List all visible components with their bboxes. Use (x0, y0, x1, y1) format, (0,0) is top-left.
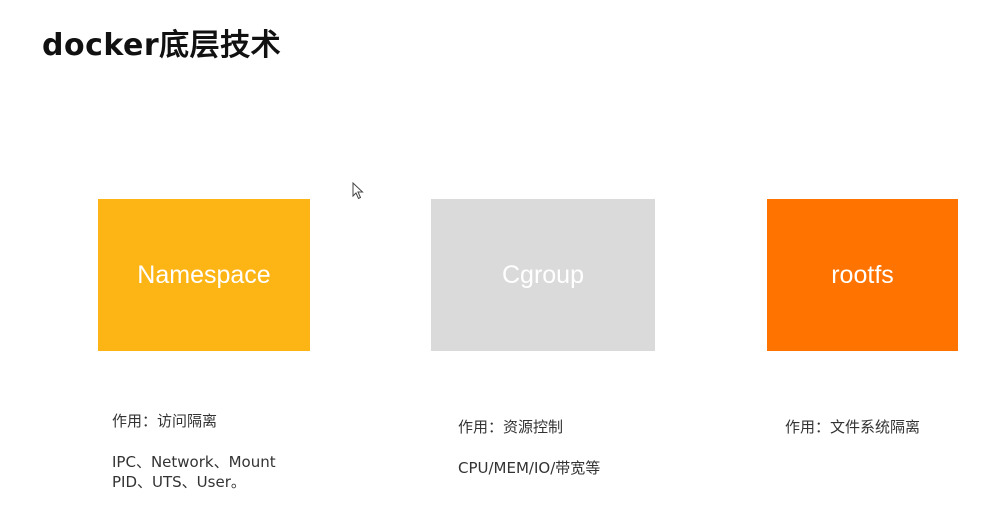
cgroup-box: Cgroup (431, 199, 655, 351)
slide-title: docker底层技术 (42, 28, 282, 63)
cgroup-detail-line-1: CPU/MEM/IO/带宽等 (458, 459, 601, 477)
rootfs-box-label: rootfs (831, 260, 894, 289)
rootfs-box: rootfs (767, 199, 958, 351)
namespace-box: Namespace (98, 199, 310, 351)
mouse-pointer-icon (352, 182, 364, 200)
cgroup-box-label: Cgroup (502, 260, 584, 289)
cgroup-purpose: 作用：资源控制 (458, 418, 564, 436)
namespace-box-label: Namespace (137, 260, 271, 289)
namespace-detail-line-2: PID、UTS、User。 (112, 473, 246, 491)
namespace-purpose: 作用：访问隔离 (112, 412, 218, 430)
rootfs-purpose: 作用：文件系统隔离 (785, 418, 921, 436)
namespace-detail-line-1: IPC、Network、Mount (112, 453, 276, 471)
